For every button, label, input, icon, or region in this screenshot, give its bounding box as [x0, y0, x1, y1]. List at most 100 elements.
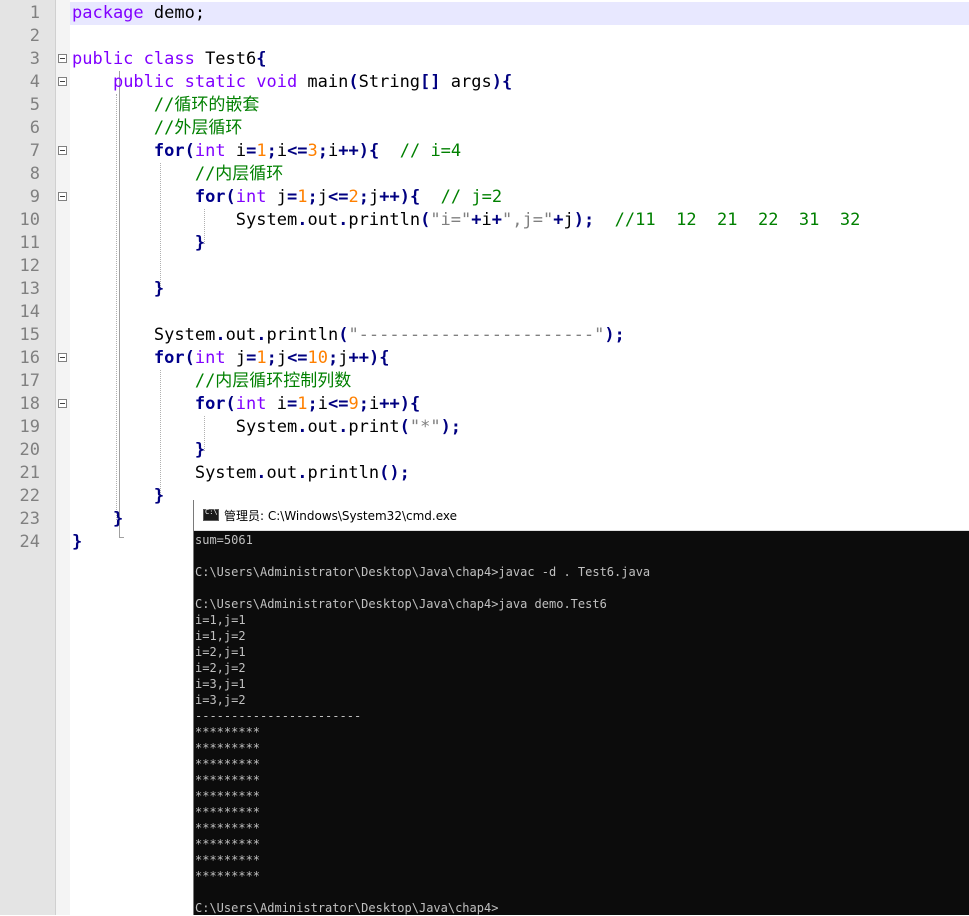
- code-token: 1: [297, 394, 308, 414]
- code-token: i: [368, 394, 380, 414]
- console-line: C:\Users\Administrator\Desktop\Java\chap…: [195, 597, 607, 611]
- console-line: i=3,j=1: [195, 677, 246, 691]
- code-token: ;: [317, 141, 329, 161]
- fold-toggle-icon[interactable]: [58, 192, 67, 201]
- code-text: for(int i=1;i<=3;i++){ // i=4: [72, 140, 461, 163]
- code-line[interactable]: 8 //内层循环: [0, 163, 969, 186]
- code-line[interactable]: 7 for(int i=1;i<=3;i++){ // i=4: [0, 140, 969, 163]
- code-text: //循环的嵌套: [72, 94, 259, 117]
- code-line[interactable]: 19 System.out.print("*");: [0, 416, 969, 439]
- code-token: }: [194, 440, 206, 460]
- code-line[interactable]: 20 }: [0, 439, 969, 462]
- code-token: .: [256, 463, 267, 483]
- line-number: 1: [29, 3, 40, 23]
- code-token: i: [317, 394, 328, 414]
- code-token: }: [153, 486, 165, 506]
- code-line[interactable]: 13 }: [0, 278, 969, 301]
- code-line[interactable]: 3 public class Test6{: [0, 48, 969, 71]
- code-token: .: [297, 417, 308, 437]
- code-token: j: [563, 210, 574, 230]
- code-line[interactable]: 11 }: [0, 232, 969, 255]
- code-token: ++){: [379, 187, 421, 207]
- console-output[interactable]: sum=5061 C:\Users\Administrator\Desktop\J…: [195, 532, 965, 916]
- fold-toggle-icon[interactable]: [58, 54, 67, 63]
- code-token: =: [246, 348, 257, 368]
- code-line[interactable]: 14: [0, 301, 969, 324]
- fold-toggle-icon[interactable]: [58, 399, 67, 408]
- code-token: j: [317, 187, 328, 207]
- code-line[interactable]: 9 for(int j=1;j<=2;j++){ // j=2: [0, 186, 969, 209]
- console-line: *********: [195, 853, 261, 867]
- code-line[interactable]: 16 for(int j=1;j<=10;j++){: [0, 347, 969, 370]
- code-token: System: [194, 463, 257, 483]
- console-line: *********: [195, 805, 261, 819]
- fold-toggle-icon[interactable]: [58, 353, 67, 362]
- line-number: 22: [19, 486, 40, 506]
- line-number: 20: [19, 440, 40, 460]
- fold-toggle-icon[interactable]: [58, 146, 67, 155]
- code-line[interactable]: 5 //循环的嵌套: [0, 94, 969, 117]
- code-text: System.out.print("*");: [72, 416, 461, 439]
- fold-toggle-icon[interactable]: [58, 77, 67, 86]
- code-line[interactable]: 6 //外层循环: [0, 117, 969, 140]
- code-text: package demo;: [72, 2, 205, 25]
- code-line[interactable]: 17 //内层循环控制列数: [0, 370, 969, 393]
- code-token: {: [256, 49, 267, 69]
- code-token: i: [276, 141, 288, 161]
- code-line[interactable]: 18 for(int i=1;i<=9;i++){: [0, 393, 969, 416]
- line-number: 13: [19, 279, 40, 299]
- code-token: for: [194, 394, 226, 414]
- code-token: .: [297, 463, 308, 483]
- code-token: i: [266, 394, 287, 414]
- line-number: 16: [19, 348, 40, 368]
- code-text: }: [72, 531, 82, 554]
- code-line[interactable]: 2: [0, 25, 969, 48]
- line-number: 2: [29, 26, 40, 46]
- cmd-titlebar[interactable]: 管理员: C:\Windows\System32\cmd.exe: [194, 500, 969, 531]
- code-token: // i=4: [399, 141, 462, 161]
- code-token: for: [153, 348, 185, 368]
- console-line: *********: [195, 837, 261, 851]
- code-token: 1: [256, 141, 267, 161]
- code-token: j: [266, 187, 287, 207]
- code-line[interactable]: 1 package demo;: [0, 2, 969, 25]
- code-text: public class Test6{: [72, 48, 267, 71]
- cmd-window[interactable]: 管理员: C:\Windows\System32\cmd.exe sum=506…: [193, 500, 969, 915]
- code-token: (: [184, 348, 195, 368]
- line-number: 3: [29, 49, 40, 69]
- code-token: demo;: [143, 3, 206, 23]
- console-line: *********: [195, 741, 261, 755]
- console-line: C:\Users\Administrator\Desktop\Java\chap…: [195, 565, 651, 579]
- code-token: println: [266, 325, 339, 345]
- code-token: (: [184, 141, 195, 161]
- code-token: //内层循环控制列数: [194, 371, 352, 391]
- code-line[interactable]: 12: [0, 255, 969, 278]
- code-token: i: [225, 141, 247, 161]
- code-token: .: [215, 325, 226, 345]
- code-token: .: [338, 210, 349, 230]
- line-number: 12: [19, 256, 40, 276]
- line-number: 19: [19, 417, 40, 437]
- code-line[interactable]: 4 public static void main(String[] args)…: [0, 71, 969, 94]
- code-line[interactable]: 15 System.out.println("-----------------…: [0, 324, 969, 347]
- code-token: ;: [307, 187, 318, 207]
- line-number: 10: [19, 210, 40, 230]
- line-number: 23: [19, 509, 40, 529]
- code-line[interactable]: 21 System.out.println();: [0, 462, 969, 485]
- code-token: (: [225, 394, 236, 414]
- code-line[interactable]: 10 System.out.println("i="+i+",j="+j); /…: [0, 209, 969, 232]
- code-token: 2: [348, 187, 359, 207]
- line-number: 17: [19, 371, 40, 391]
- code-text: for(int i=1;i<=9;i++){: [72, 393, 420, 416]
- code-token: 10: [307, 348, 329, 368]
- code-area[interactable]: 1 package demo; 2 3 public class Test6{4 pub…: [0, 2, 969, 554]
- console-line: C:\Users\Administrator\Desktop\Java\chap…: [195, 901, 499, 915]
- line-number: 11: [19, 233, 40, 253]
